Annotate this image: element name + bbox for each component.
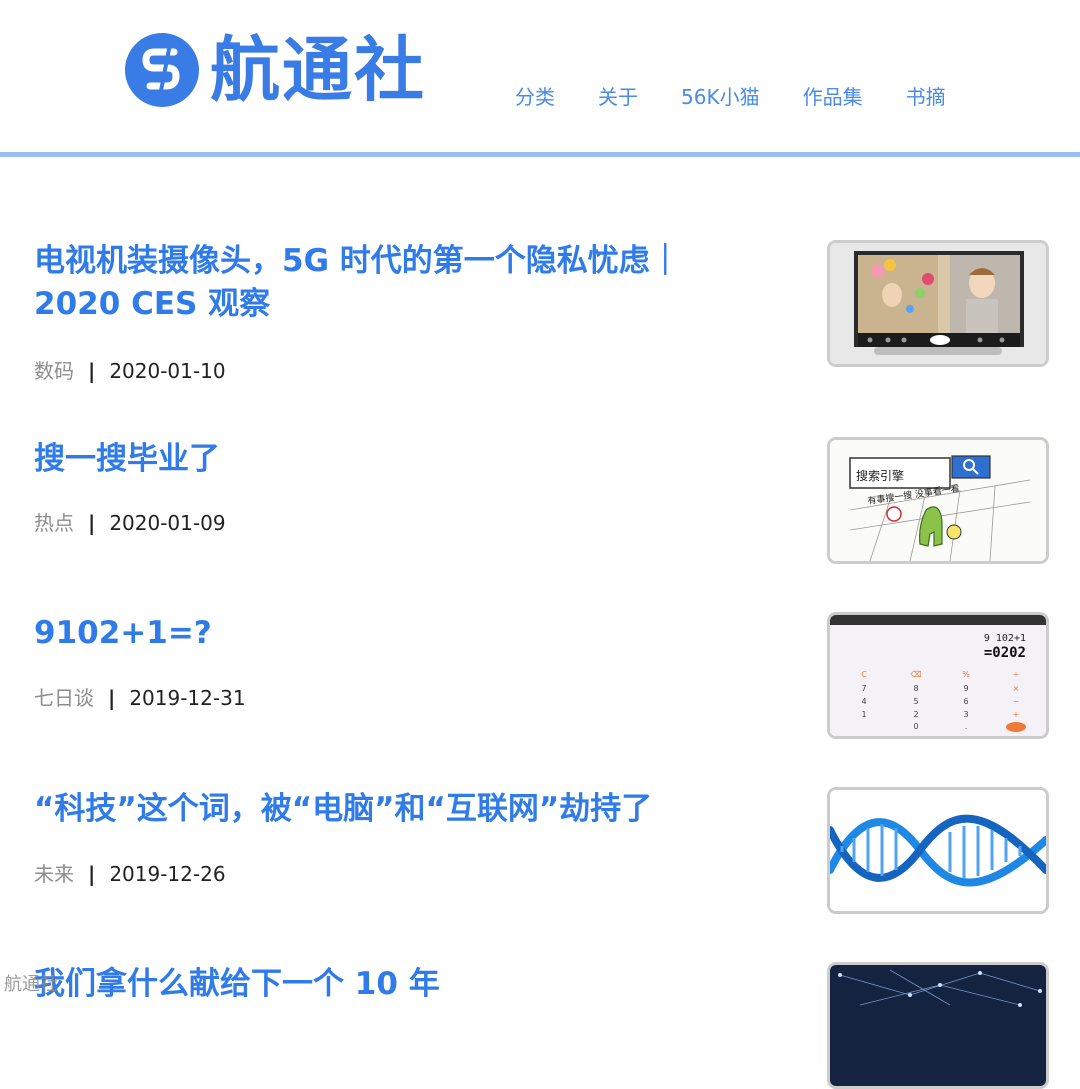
meta-separator: | <box>88 862 96 886</box>
svg-text:÷: ÷ <box>1013 670 1020 679</box>
calculator-image-icon: 9 102+1 =0202 C ⌫% ÷ 7 8 9 × 4 5 6 − 1 2 3 + 0. <box>830 615 1046 736</box>
tv-camera-image-icon <box>830 243 1046 364</box>
article-list: 电视机装摄像头，5G 时代的第一个隐私忧虑｜2020 CES 观察 数码 | 202… <box>0 157 1080 1089</box>
article-date: 2019-12-31 <box>129 686 246 710</box>
meta-separator: | <box>88 359 96 383</box>
svg-text:1: 1 <box>861 710 866 719</box>
nav-item-excerpts[interactable]: 书摘 <box>906 84 946 110</box>
article-meta: 未来 | 2019-12-26 <box>34 861 226 887</box>
svg-text:−: − <box>1013 697 1020 706</box>
article-title[interactable]: “科技”这个词，被“电脑”和“互联网”劫持了 <box>34 788 754 831</box>
svg-text:0: 0 <box>913 722 918 731</box>
article-meta: 七日谈 | 2019-12-31 <box>34 685 246 711</box>
thumb-search-box-text: 搜索引擎 <box>856 468 904 483</box>
svg-text:3: 3 <box>963 710 968 719</box>
logo-text: 航通社 <box>210 29 426 111</box>
svg-text:6: 6 <box>963 697 968 706</box>
svg-text:2: 2 <box>913 710 918 719</box>
network-image-icon <box>830 965 1046 1086</box>
svg-text:%: % <box>962 670 970 679</box>
thumb-calc-expr: 9 102+1 <box>984 633 1026 644</box>
article-title[interactable]: 我们拿什么献给下一个 10 年 <box>34 963 754 1006</box>
article-thumbnail[interactable]: 搜索引擎 有事搜一搜 没事看一看 <box>827 437 1049 564</box>
article-date: 2020-01-10 <box>109 359 226 383</box>
article-meta: 数码 | 2020-01-10 <box>34 358 226 384</box>
logo-mark-icon <box>125 33 199 107</box>
article-category[interactable]: 未来 <box>34 862 74 886</box>
nav-item-portfolio[interactable]: 作品集 <box>803 84 863 110</box>
article-thumbnail[interactable] <box>827 787 1049 914</box>
article-thumbnail[interactable]: 9 102+1 =0202 C ⌫% ÷ 7 8 9 × 4 5 6 − 1 2 3 + 0. <box>827 612 1049 739</box>
meta-separator: | <box>108 686 116 710</box>
article-thumbnail[interactable] <box>827 240 1049 367</box>
svg-text:⌫: ⌫ <box>910 670 921 679</box>
svg-text:C: C <box>861 670 867 679</box>
search-cartoon-image-icon: 搜索引擎 有事搜一搜 没事看一看 <box>830 440 1046 561</box>
svg-text:.: . <box>965 722 968 731</box>
nav-item-category[interactable]: 分类 <box>515 84 555 110</box>
site-header: 航通社 分类 关于 56K小猫 作品集 书摘 <box>0 0 1080 152</box>
nav-item-56k[interactable]: 56K小猫 <box>681 84 760 110</box>
article-title[interactable]: 搜一搜毕业了 <box>34 438 754 481</box>
watermark: 航通社 <box>4 974 58 995</box>
thumb-calc-result: =0202 <box>984 645 1026 661</box>
article-meta: 热点 | 2020-01-09 <box>34 510 226 536</box>
article-category[interactable]: 数码 <box>34 359 74 383</box>
meta-separator: | <box>88 511 96 535</box>
svg-text:5: 5 <box>913 697 918 706</box>
svg-text:8: 8 <box>913 684 918 693</box>
article-date: 2019-12-26 <box>109 862 226 886</box>
svg-text:+: + <box>1013 710 1020 719</box>
article-title[interactable]: 电视机装摄像头，5G 时代的第一个隐私忧虑｜2020 CES 观察 <box>34 240 754 326</box>
svg-text:9: 9 <box>963 684 968 693</box>
article-category[interactable]: 七日谈 <box>34 686 94 710</box>
svg-text:7: 7 <box>861 684 866 693</box>
svg-text:4: 4 <box>861 697 866 706</box>
article-date: 2020-01-09 <box>109 511 226 535</box>
article-thumbnail[interactable] <box>827 962 1049 1089</box>
article-category[interactable]: 热点 <box>34 511 74 535</box>
article-title[interactable]: 9102+1=? <box>34 612 754 655</box>
site-logo[interactable]: 航通社 <box>124 28 426 112</box>
dna-helix-image-icon <box>830 790 1046 911</box>
svg-text:×: × <box>1013 684 1020 693</box>
nav-item-about[interactable]: 关于 <box>598 84 638 110</box>
main-nav: 分类 关于 56K小猫 作品集 书摘 <box>515 84 946 110</box>
